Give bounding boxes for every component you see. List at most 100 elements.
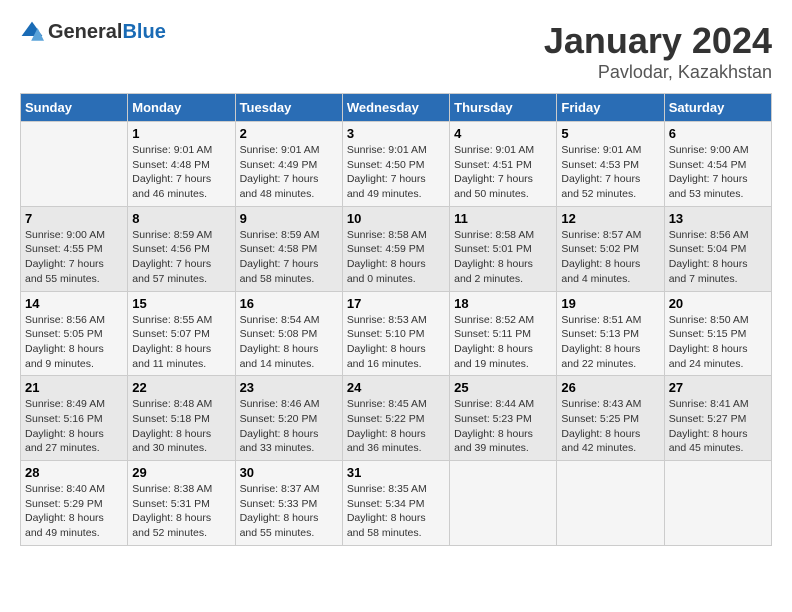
calendar-cell bbox=[557, 461, 664, 546]
day-info: Sunrise: 8:59 AMSunset: 4:58 PMDaylight:… bbox=[240, 228, 338, 287]
day-info: Sunrise: 8:54 AMSunset: 5:08 PMDaylight:… bbox=[240, 313, 338, 372]
calendar-cell: 7 Sunrise: 9:00 AMSunset: 4:55 PMDayligh… bbox=[21, 206, 128, 291]
calendar-cell bbox=[450, 461, 557, 546]
day-number: 24 bbox=[347, 380, 445, 395]
day-number: 26 bbox=[561, 380, 659, 395]
calendar-cell: 25 Sunrise: 8:44 AMSunset: 5:23 PMDaylig… bbox=[450, 376, 557, 461]
day-number: 15 bbox=[132, 296, 230, 311]
day-number: 9 bbox=[240, 211, 338, 226]
calendar-cell: 14 Sunrise: 8:56 AMSunset: 5:05 PMDaylig… bbox=[21, 291, 128, 376]
day-number: 8 bbox=[132, 211, 230, 226]
day-info: Sunrise: 9:01 AMSunset: 4:51 PMDaylight:… bbox=[454, 143, 552, 202]
day-number: 14 bbox=[25, 296, 123, 311]
calendar-day-header: Thursday bbox=[450, 94, 557, 122]
day-info: Sunrise: 8:56 AMSunset: 5:04 PMDaylight:… bbox=[669, 228, 767, 287]
calendar-day-header: Wednesday bbox=[342, 94, 449, 122]
day-info: Sunrise: 9:00 AMSunset: 4:54 PMDaylight:… bbox=[669, 143, 767, 202]
calendar-cell: 4 Sunrise: 9:01 AMSunset: 4:51 PMDayligh… bbox=[450, 122, 557, 207]
day-info: Sunrise: 8:38 AMSunset: 5:31 PMDaylight:… bbox=[132, 482, 230, 541]
day-info: Sunrise: 8:44 AMSunset: 5:23 PMDaylight:… bbox=[454, 397, 552, 456]
calendar-cell: 10 Sunrise: 8:58 AMSunset: 4:59 PMDaylig… bbox=[342, 206, 449, 291]
calendar-week-row: 21 Sunrise: 8:49 AMSunset: 5:16 PMDaylig… bbox=[21, 376, 772, 461]
day-number: 31 bbox=[347, 465, 445, 480]
calendar-cell: 16 Sunrise: 8:54 AMSunset: 5:08 PMDaylig… bbox=[235, 291, 342, 376]
day-number: 27 bbox=[669, 380, 767, 395]
day-info: Sunrise: 8:48 AMSunset: 5:18 PMDaylight:… bbox=[132, 397, 230, 456]
day-info: Sunrise: 9:00 AMSunset: 4:55 PMDaylight:… bbox=[25, 228, 123, 287]
day-number: 7 bbox=[25, 211, 123, 226]
calendar-cell: 20 Sunrise: 8:50 AMSunset: 5:15 PMDaylig… bbox=[664, 291, 771, 376]
day-info: Sunrise: 8:49 AMSunset: 5:16 PMDaylight:… bbox=[25, 397, 123, 456]
calendar-cell: 9 Sunrise: 8:59 AMSunset: 4:58 PMDayligh… bbox=[235, 206, 342, 291]
calendar-cell: 31 Sunrise: 8:35 AMSunset: 5:34 PMDaylig… bbox=[342, 461, 449, 546]
calendar-cell: 21 Sunrise: 8:49 AMSunset: 5:16 PMDaylig… bbox=[21, 376, 128, 461]
day-info: Sunrise: 9:01 AMSunset: 4:49 PMDaylight:… bbox=[240, 143, 338, 202]
day-number: 6 bbox=[669, 126, 767, 141]
calendar-cell: 1 Sunrise: 9:01 AMSunset: 4:48 PMDayligh… bbox=[128, 122, 235, 207]
day-info: Sunrise: 8:37 AMSunset: 5:33 PMDaylight:… bbox=[240, 482, 338, 541]
day-info: Sunrise: 8:55 AMSunset: 5:07 PMDaylight:… bbox=[132, 313, 230, 372]
day-info: Sunrise: 8:35 AMSunset: 5:34 PMDaylight:… bbox=[347, 482, 445, 541]
calendar-cell: 28 Sunrise: 8:40 AMSunset: 5:29 PMDaylig… bbox=[21, 461, 128, 546]
logo: GeneralBlue bbox=[20, 20, 166, 44]
day-info: Sunrise: 9:01 AMSunset: 4:53 PMDaylight:… bbox=[561, 143, 659, 202]
day-number: 3 bbox=[347, 126, 445, 141]
day-number: 19 bbox=[561, 296, 659, 311]
day-number: 10 bbox=[347, 211, 445, 226]
calendar-cell: 13 Sunrise: 8:56 AMSunset: 5:04 PMDaylig… bbox=[664, 206, 771, 291]
day-number: 1 bbox=[132, 126, 230, 141]
day-info: Sunrise: 8:45 AMSunset: 5:22 PMDaylight:… bbox=[347, 397, 445, 456]
calendar-cell: 2 Sunrise: 9:01 AMSunset: 4:49 PMDayligh… bbox=[235, 122, 342, 207]
day-number: 16 bbox=[240, 296, 338, 311]
day-info: Sunrise: 8:53 AMSunset: 5:10 PMDaylight:… bbox=[347, 313, 445, 372]
day-info: Sunrise: 8:41 AMSunset: 5:27 PMDaylight:… bbox=[669, 397, 767, 456]
day-info: Sunrise: 8:51 AMSunset: 5:13 PMDaylight:… bbox=[561, 313, 659, 372]
day-info: Sunrise: 8:50 AMSunset: 5:15 PMDaylight:… bbox=[669, 313, 767, 372]
day-number: 23 bbox=[240, 380, 338, 395]
day-number: 25 bbox=[454, 380, 552, 395]
calendar-cell bbox=[21, 122, 128, 207]
month-title: January 2024 bbox=[544, 20, 772, 62]
calendar-day-header: Monday bbox=[128, 94, 235, 122]
day-number: 22 bbox=[132, 380, 230, 395]
calendar-week-row: 1 Sunrise: 9:01 AMSunset: 4:48 PMDayligh… bbox=[21, 122, 772, 207]
title-block: January 2024 Pavlodar, Kazakhstan bbox=[544, 20, 772, 83]
calendar-week-row: 14 Sunrise: 8:56 AMSunset: 5:05 PMDaylig… bbox=[21, 291, 772, 376]
day-info: Sunrise: 8:46 AMSunset: 5:20 PMDaylight:… bbox=[240, 397, 338, 456]
calendar-cell: 5 Sunrise: 9:01 AMSunset: 4:53 PMDayligh… bbox=[557, 122, 664, 207]
day-number: 29 bbox=[132, 465, 230, 480]
calendar-cell: 11 Sunrise: 8:58 AMSunset: 5:01 PMDaylig… bbox=[450, 206, 557, 291]
calendar-cell: 29 Sunrise: 8:38 AMSunset: 5:31 PMDaylig… bbox=[128, 461, 235, 546]
calendar-header-row: SundayMondayTuesdayWednesdayThursdayFrid… bbox=[21, 94, 772, 122]
calendar-cell: 27 Sunrise: 8:41 AMSunset: 5:27 PMDaylig… bbox=[664, 376, 771, 461]
calendar-cell: 6 Sunrise: 9:00 AMSunset: 4:54 PMDayligh… bbox=[664, 122, 771, 207]
calendar-cell: 26 Sunrise: 8:43 AMSunset: 5:25 PMDaylig… bbox=[557, 376, 664, 461]
calendar-cell: 19 Sunrise: 8:51 AMSunset: 5:13 PMDaylig… bbox=[557, 291, 664, 376]
calendar-cell: 8 Sunrise: 8:59 AMSunset: 4:56 PMDayligh… bbox=[128, 206, 235, 291]
calendar-day-header: Friday bbox=[557, 94, 664, 122]
calendar-day-header: Sunday bbox=[21, 94, 128, 122]
calendar-day-header: Saturday bbox=[664, 94, 771, 122]
calendar-cell: 23 Sunrise: 8:46 AMSunset: 5:20 PMDaylig… bbox=[235, 376, 342, 461]
day-number: 28 bbox=[25, 465, 123, 480]
day-number: 30 bbox=[240, 465, 338, 480]
day-info: Sunrise: 9:01 AMSunset: 4:50 PMDaylight:… bbox=[347, 143, 445, 202]
day-number: 11 bbox=[454, 211, 552, 226]
day-number: 13 bbox=[669, 211, 767, 226]
calendar-cell: 18 Sunrise: 8:52 AMSunset: 5:11 PMDaylig… bbox=[450, 291, 557, 376]
calendar-cell: 24 Sunrise: 8:45 AMSunset: 5:22 PMDaylig… bbox=[342, 376, 449, 461]
calendar-cell: 3 Sunrise: 9:01 AMSunset: 4:50 PMDayligh… bbox=[342, 122, 449, 207]
day-info: Sunrise: 8:59 AMSunset: 4:56 PMDaylight:… bbox=[132, 228, 230, 287]
logo-blue: Blue bbox=[122, 21, 165, 43]
calendar-cell: 15 Sunrise: 8:55 AMSunset: 5:07 PMDaylig… bbox=[128, 291, 235, 376]
location-title: Pavlodar, Kazakhstan bbox=[544, 62, 772, 83]
calendar-cell: 22 Sunrise: 8:48 AMSunset: 5:18 PMDaylig… bbox=[128, 376, 235, 461]
day-number: 2 bbox=[240, 126, 338, 141]
day-info: Sunrise: 9:01 AMSunset: 4:48 PMDaylight:… bbox=[132, 143, 230, 202]
calendar-cell bbox=[664, 461, 771, 546]
calendar-cell: 30 Sunrise: 8:37 AMSunset: 5:33 PMDaylig… bbox=[235, 461, 342, 546]
day-number: 5 bbox=[561, 126, 659, 141]
day-number: 12 bbox=[561, 211, 659, 226]
calendar-day-header: Tuesday bbox=[235, 94, 342, 122]
day-number: 4 bbox=[454, 126, 552, 141]
